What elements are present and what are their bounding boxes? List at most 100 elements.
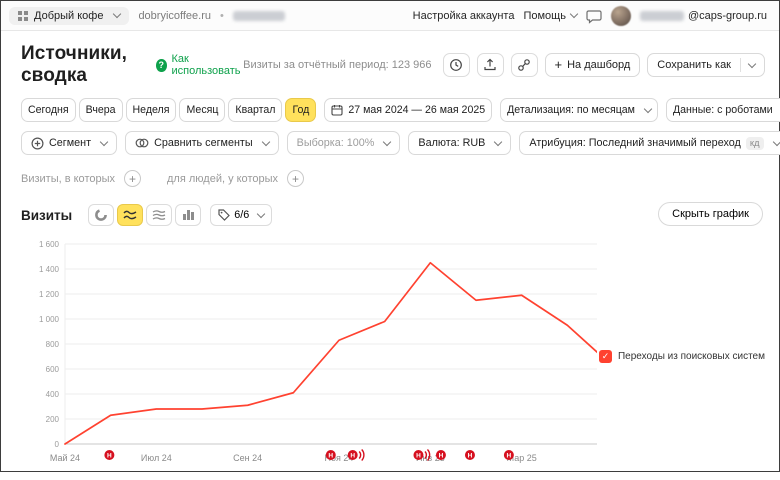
metrics-count: 6/6 xyxy=(234,209,249,221)
line-chart-button[interactable] xyxy=(117,204,143,226)
metrics-selector-button[interactable]: 6/6 xyxy=(210,204,272,226)
donut-chart-button[interactable] xyxy=(88,204,114,226)
columns-chart-button[interactable] xyxy=(175,204,201,226)
clock-icon xyxy=(449,58,463,72)
report-header: Источники, сводка ? Как использовать Виз… xyxy=(21,43,765,87)
svg-text:800: 800 xyxy=(46,340,60,349)
svg-text:Май 24: Май 24 xyxy=(50,453,80,463)
email-domain: @caps-group.ru xyxy=(688,10,767,22)
plus-icon: + xyxy=(555,58,563,71)
avatar[interactable] xyxy=(611,6,631,26)
counter-name: Добрый кофе xyxy=(34,10,103,22)
how-to-use-link[interactable]: ? Как использовать xyxy=(156,53,243,77)
visits-chart: 02004006008001 0001 2001 4001 600Май 24И… xyxy=(21,230,597,480)
visits-in-which-label: Визиты, в которых xyxy=(21,173,115,185)
add-user-condition-button[interactable]: + xyxy=(287,170,304,187)
svg-text:Н: Н xyxy=(350,452,355,459)
svg-text:Июл 24: Июл 24 xyxy=(141,453,172,463)
svg-text:0: 0 xyxy=(55,440,60,449)
chat-icon[interactable] xyxy=(586,8,602,24)
chart-legend: ✓ Переходы из поисковых систем xyxy=(599,348,765,363)
hide-chart-button[interactable]: Скрыть график xyxy=(658,202,763,226)
legend-label: Переходы из поисковых систем xyxy=(618,351,765,362)
line-chart-icon xyxy=(123,209,137,221)
save-as-button[interactable]: Сохранить как xyxy=(647,53,765,77)
svg-text:200: 200 xyxy=(46,415,60,424)
filter-bar: Сегмент Сравнить сегменты Выборка: 100% … xyxy=(21,131,765,155)
currency-select[interactable]: Валюта: RUB xyxy=(408,131,511,155)
svg-text:1 200: 1 200 xyxy=(39,290,60,299)
preset-month[interactable]: Месяц xyxy=(179,98,225,122)
preset-today[interactable]: Сегодня xyxy=(21,98,76,122)
chevron-down-icon xyxy=(261,137,269,145)
chevron-down-icon xyxy=(494,137,502,145)
svg-text:Н: Н xyxy=(107,452,112,459)
email-redacted xyxy=(640,11,684,21)
preset-week[interactable]: Неделя xyxy=(126,98,177,122)
separator-dot: • xyxy=(220,10,224,22)
svg-text:Н: Н xyxy=(439,452,444,459)
data-mode-select[interactable]: Данные: с роботами xyxy=(666,98,780,122)
add-visit-condition-button[interactable]: + xyxy=(124,170,141,187)
topbar-left: Добрый кофе dobryicoffee.ru • xyxy=(9,7,285,25)
chart-area: 02004006008001 0001 2001 4001 600Май 24И… xyxy=(21,230,765,480)
chevron-down-icon xyxy=(644,104,652,112)
account-settings-link[interactable]: Настройка аккаунта xyxy=(413,10,515,22)
counter-domain[interactable]: dobryicoffee.ru xyxy=(138,10,211,22)
attribution-select[interactable]: Атрибуция: Последний значимый переход кд xyxy=(519,131,780,155)
schedule-button[interactable] xyxy=(443,53,470,77)
svg-text:1 000: 1 000 xyxy=(39,315,60,324)
preset-year[interactable]: Год xyxy=(285,98,316,122)
counter-id-redacted xyxy=(233,11,285,21)
report-page: Источники, сводка ? Как использовать Виз… xyxy=(1,31,779,480)
compare-icon xyxy=(135,137,149,149)
chevron-down-icon xyxy=(113,10,121,18)
svg-text:400: 400 xyxy=(46,390,60,399)
legend-item[interactable]: ✓ Переходы из поисковых систем xyxy=(599,350,765,363)
counter-grid-icon xyxy=(18,11,28,21)
share-icon xyxy=(517,58,531,72)
chevron-down-icon xyxy=(570,10,578,18)
sampling-select[interactable]: Выборка: 100% xyxy=(287,131,401,155)
chevron-down-icon xyxy=(748,59,756,67)
legend-checkbox[interactable]: ✓ xyxy=(599,350,612,363)
plus-circle-icon xyxy=(31,137,44,150)
area-chart-button[interactable] xyxy=(146,204,172,226)
chevron-down-icon xyxy=(772,137,780,145)
tag-icon xyxy=(218,209,230,221)
series-line[interactable] xyxy=(65,263,597,444)
user-email[interactable]: @caps-group.ru xyxy=(640,10,767,22)
date-range-label: 27 мая 2024 — 26 мая 2025 xyxy=(348,104,485,116)
svg-text:Н: Н xyxy=(468,452,473,459)
export-icon xyxy=(483,58,497,72)
chart-type-switcher: 6/6 xyxy=(88,204,272,226)
svg-text:600: 600 xyxy=(46,365,60,374)
svg-text:Н: Н xyxy=(507,452,512,459)
chevron-down-icon xyxy=(100,137,108,145)
detalization-select[interactable]: Детализация: по месяцам xyxy=(500,98,658,122)
period-presets: Сегодня Вчера Неделя Месяц Квартал Год xyxy=(21,98,316,122)
calendar-icon xyxy=(331,104,343,116)
preset-quarter[interactable]: Квартал xyxy=(228,98,282,122)
visits-period-counter: Визиты за отчётный период: 123 966 xyxy=(243,59,431,71)
chevron-down-icon xyxy=(383,137,391,145)
topbar: Добрый кофе dobryicoffee.ru • Настройка … xyxy=(1,1,779,31)
share-button[interactable] xyxy=(511,53,538,77)
svg-text:Сен 24: Сен 24 xyxy=(233,453,262,463)
how-to-use-icon: ? xyxy=(156,59,166,72)
counter-selector[interactable]: Добрый кофе xyxy=(9,7,129,25)
svg-text:Н: Н xyxy=(416,452,421,459)
columns-chart-icon xyxy=(182,209,195,221)
segment-button[interactable]: Сегмент xyxy=(21,131,117,155)
date-range-button[interactable]: 27 мая 2024 — 26 мая 2025 xyxy=(324,98,492,122)
svg-text:Н: Н xyxy=(328,452,333,459)
help-menu[interactable]: Помощь xyxy=(523,10,577,22)
add-to-dashboard-button[interactable]: + На дашборд xyxy=(545,53,641,77)
help-label: Помощь xyxy=(523,10,566,22)
svg-text:1 400: 1 400 xyxy=(39,265,60,274)
preset-yesterday[interactable]: Вчера xyxy=(79,98,123,122)
for-people-label: для людей, у которых xyxy=(167,173,278,185)
export-button[interactable] xyxy=(477,53,504,77)
chart-title: Визиты xyxy=(21,208,72,223)
compare-segments-button[interactable]: Сравнить сегменты xyxy=(125,131,279,155)
